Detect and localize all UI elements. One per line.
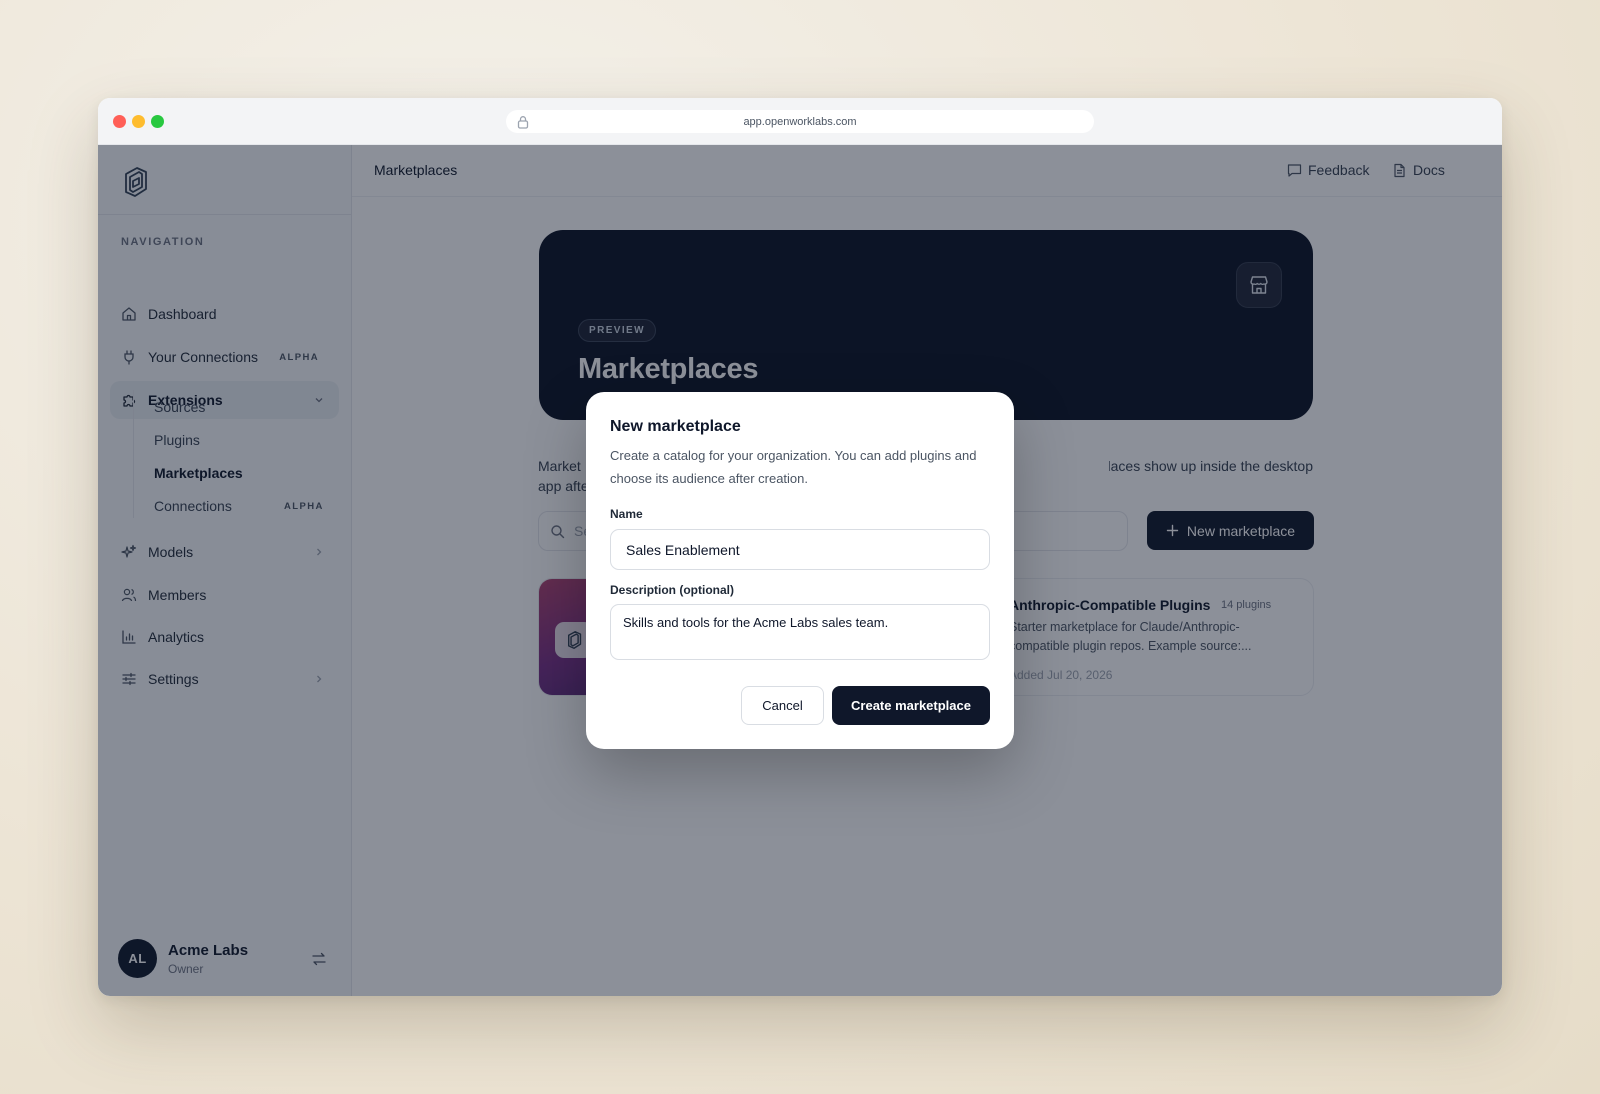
description-label: Description (optional) — [610, 583, 734, 597]
cancel-button[interactable]: Cancel — [741, 686, 824, 725]
name-field[interactable] — [610, 529, 990, 570]
description-field[interactable]: Skills and tools for the Acme Labs sales… — [610, 604, 990, 660]
create-marketplace-button[interactable]: Create marketplace — [832, 686, 990, 725]
lock-icon — [517, 116, 529, 129]
address-bar-url: app.openworklabs.com — [743, 115, 857, 128]
name-label: Name — [610, 507, 643, 521]
close-window-button[interactable] — [113, 115, 126, 128]
new-marketplace-dialog: New marketplace Create a catalog for you… — [586, 392, 1014, 749]
maximize-window-button[interactable] — [151, 115, 164, 128]
minimize-window-button[interactable] — [132, 115, 145, 128]
dialog-description: Create a catalog for your organization. … — [610, 448, 977, 486]
browser-titlebar: app.openworklabs.com — [98, 98, 1502, 145]
address-bar[interactable]: app.openworklabs.com — [506, 110, 1094, 133]
dialog-title: New marketplace — [610, 418, 741, 435]
